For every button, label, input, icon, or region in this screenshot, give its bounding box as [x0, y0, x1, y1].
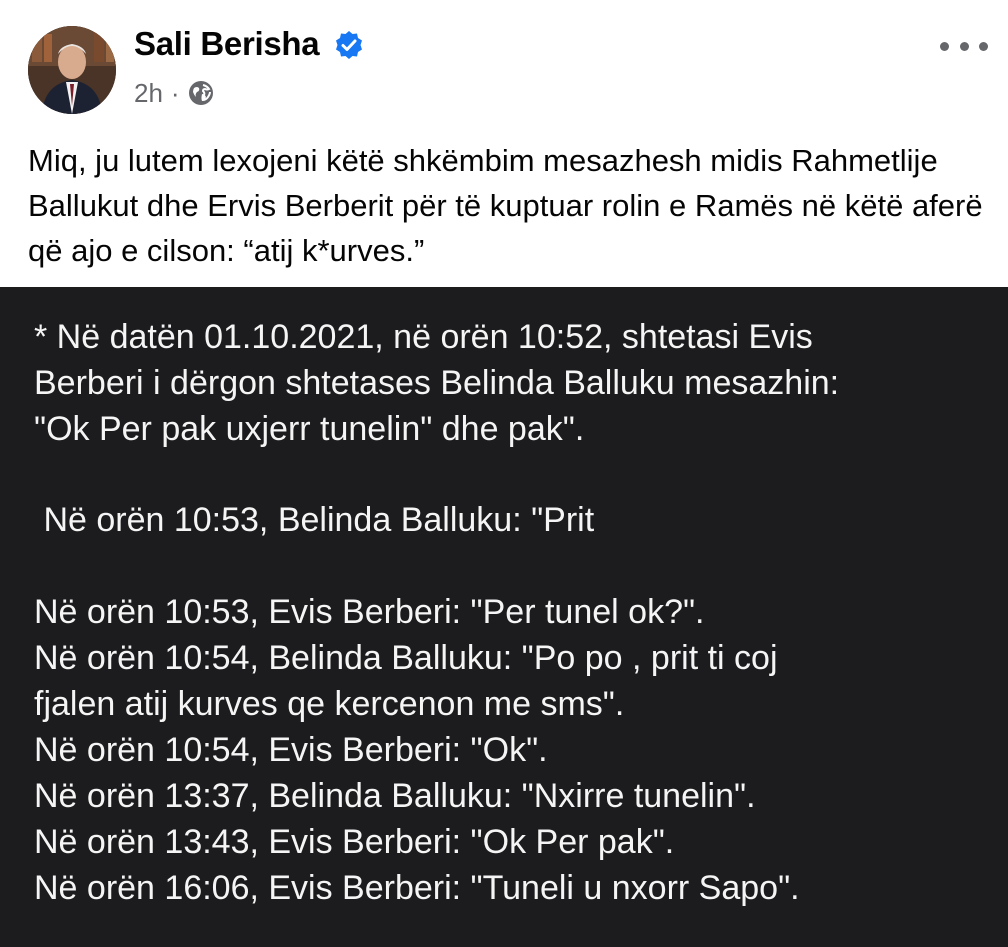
message-line: Në orën 13:37, Belinda Balluku: "Nxirre … — [34, 777, 756, 815]
post-header: Sali Berisha 2h · — [0, 0, 1008, 130]
message-line: * Në datën 01.10.2021, në orën 10:52, sh… — [34, 318, 813, 356]
more-dot — [959, 41, 969, 51]
message-line: Berberi i dërgon shtetases Belinda Ballu… — [34, 364, 840, 402]
message-line: "Ok Per pak uxjerr tunelin" dhe pak". — [34, 410, 585, 448]
message-line: Në orën 10:53, Belinda Balluku: "Prit — [34, 501, 595, 539]
post-timestamp[interactable]: 2h — [134, 78, 163, 109]
verified-badge-icon — [334, 30, 364, 60]
meta-separator: · — [170, 77, 180, 108]
post-meta: 2h · — [134, 76, 214, 110]
message-line: Në orën 10:54, Evis Berberi: "Ok". — [34, 731, 548, 769]
message-line: Në orën 16:06, Evis Berberi: "Tuneli u n… — [34, 869, 800, 907]
more-options-icon[interactable] — [940, 36, 988, 56]
avatar-photo — [28, 26, 116, 114]
globe-icon[interactable] — [188, 80, 214, 106]
message-line: Në orën 10:53, Evis Berberi: "Per tunel … — [34, 593, 705, 631]
post-image[interactable]: * Në datën 01.10.2021, në orën 10:52, sh… — [0, 287, 1008, 947]
message-line: fjalen atij kurves qe kercenon me sms". — [34, 685, 625, 723]
facebook-post: Sali Berisha 2h · Miq, ju lutem lexojeni… — [0, 0, 1008, 947]
post-caption: Miq, ju lutem lexojeni këtë shkëmbim mes… — [28, 143, 983, 268]
author-name[interactable]: Sali Berisha — [134, 25, 320, 63]
more-dot — [979, 41, 988, 51]
message-line: Në orën 10:54, Belinda Balluku: "Po po ,… — [34, 639, 778, 677]
author-avatar[interactable] — [28, 26, 116, 114]
message-line: Në orën 13:43, Evis Berberi: "Ok Per pak… — [34, 823, 675, 861]
more-dot — [940, 41, 949, 51]
